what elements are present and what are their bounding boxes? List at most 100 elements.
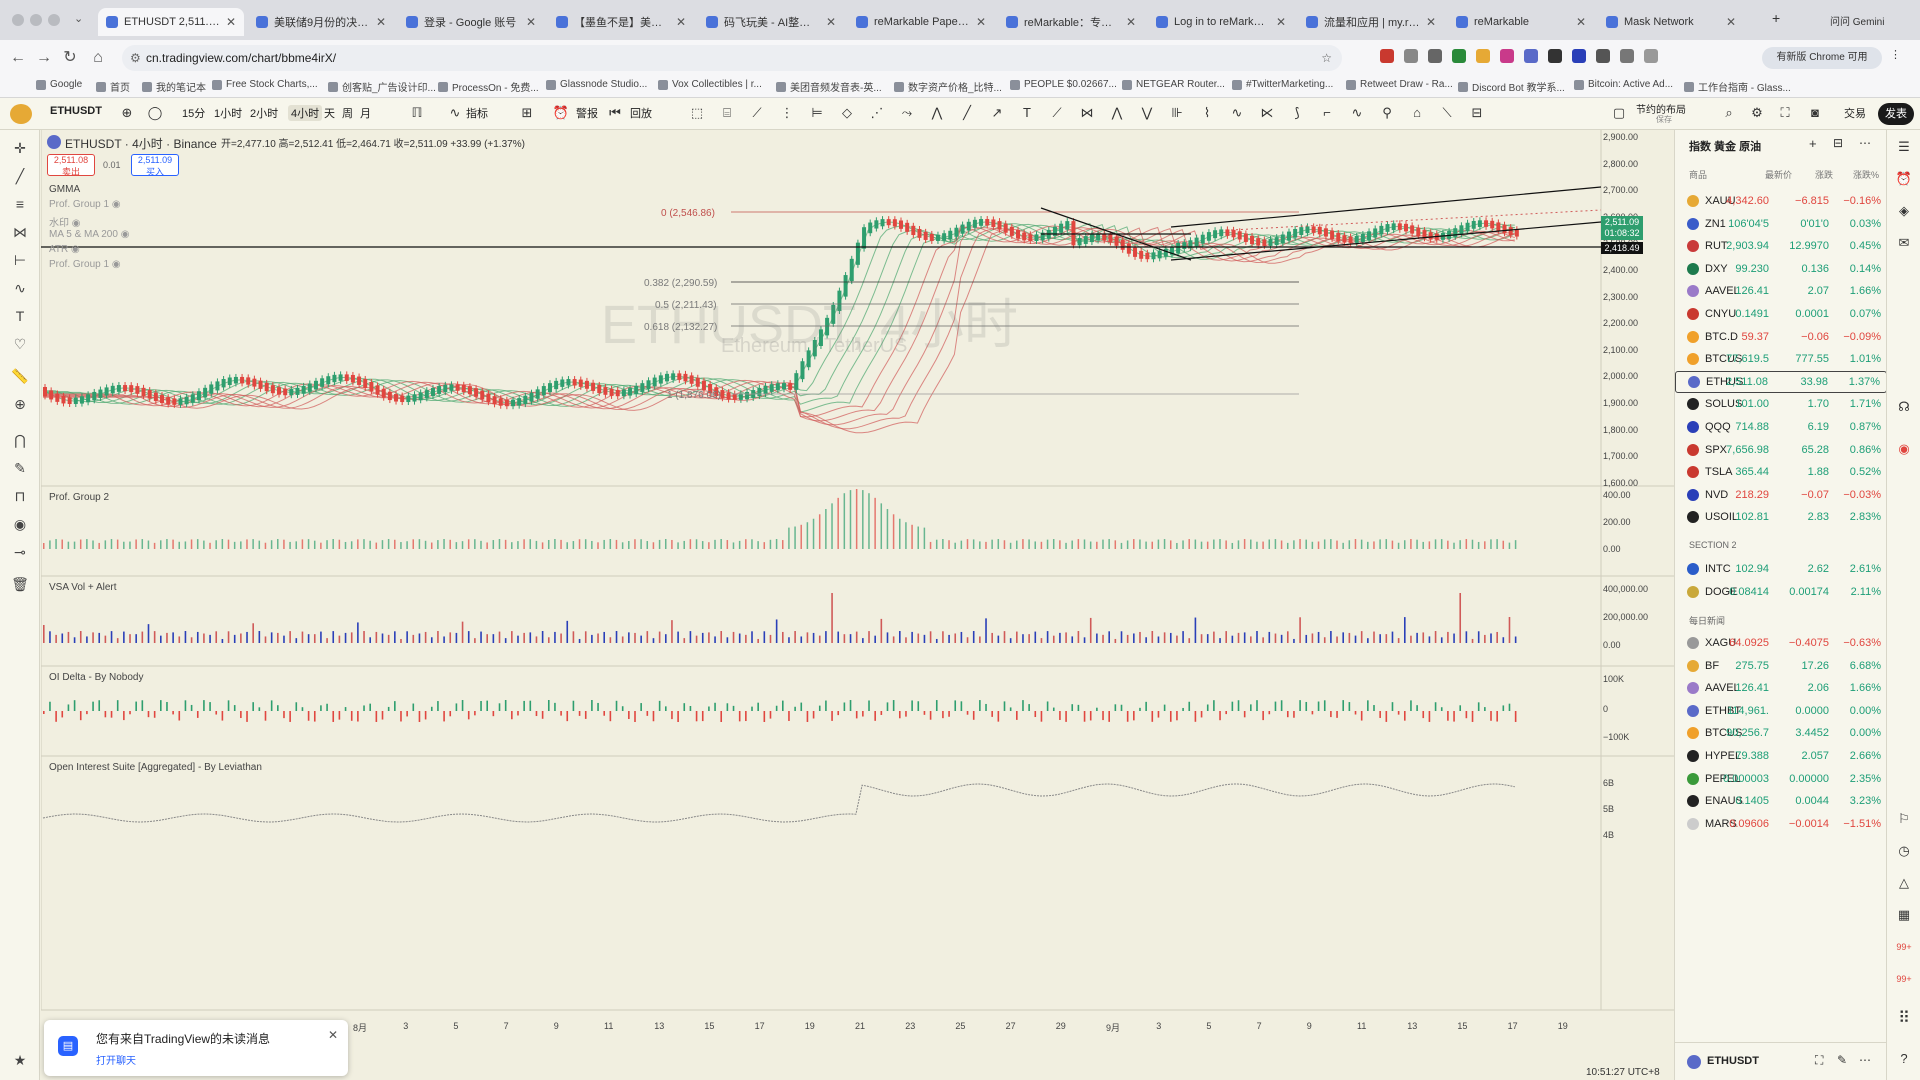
fib-time-tool-icon[interactable]: ⌇: [1198, 104, 1216, 122]
zoom-icon[interactable]: ⊕: [10, 394, 30, 414]
column-header[interactable]: 最新价: [1765, 168, 1792, 181]
measure-tool-icon[interactable]: ⌂: [1408, 104, 1426, 122]
pane-title[interactable]: Open Interest Suite [Aggregated] - By Le…: [49, 762, 262, 773]
wave-tool-icon[interactable]: ⋁: [1138, 104, 1156, 122]
buy-button[interactable]: 2,511.09 买入: [131, 154, 179, 177]
bookmark-item[interactable]: 工作台指南 - Glass...: [1684, 79, 1791, 94]
watchlist-row[interactable]: ENAUS 0.1405 0.0044 3.23%: [1675, 790, 1887, 812]
browser-tab[interactable]: ETHUSDT 2,511.08 ▲ · ✕: [98, 8, 244, 36]
browser-tab[interactable]: reMarkable ✕: [1448, 8, 1594, 36]
extension-icon[interactable]: [1548, 49, 1562, 63]
hotlists-icon[interactable]: △: [1895, 874, 1913, 892]
eye-icon[interactable]: ◉: [10, 514, 30, 534]
watchlist-row[interactable]: DOGE 0.08414 0.00174 2.11%: [1675, 581, 1887, 603]
clock[interactable]: 10:51:27 UTC+8: [1586, 1067, 1660, 1078]
watchlist-row[interactable]: TSLA 365.44 1.88 0.52%: [1675, 461, 1887, 483]
watchlist-icon[interactable]: ☰: [1895, 138, 1913, 156]
watchlist-row[interactable]: BTC.D 59.37 −0.06 −0.09%: [1675, 326, 1887, 348]
pattern-icon[interactable]: ⋈: [10, 222, 30, 242]
bookmark-item[interactable]: ProcessOn - 免费...: [438, 79, 539, 94]
interval-button[interactable]: 2小时: [250, 105, 278, 121]
prediction-icon[interactable]: ⊢: [10, 250, 30, 270]
section-header[interactable]: SECTION 2: [1689, 540, 1737, 550]
bookmark-item[interactable]: PEOPLE $0.02667...: [1010, 79, 1117, 90]
bookmark-item[interactable]: 我的笔记本: [142, 79, 206, 94]
rectangle-tool-icon[interactable]: ⬚: [688, 104, 706, 122]
bookmark-item[interactable]: #TwitterMarketing...: [1232, 79, 1333, 90]
section-header[interactable]: 每日新闻: [1689, 614, 1725, 627]
compare-icon[interactable]: ◯: [146, 104, 164, 122]
bookmark-item[interactable]: 创客贴_广告设计印...: [328, 79, 436, 94]
projection-tool-icon[interactable]: ⟍: [1438, 104, 1456, 122]
close-tab-icon[interactable]: ✕: [826, 15, 836, 29]
close-tab-icon[interactable]: ✕: [676, 15, 686, 29]
arrow-tool-icon[interactable]: ⤳: [898, 104, 916, 122]
watchlist-row[interactable]: MARS 0.09606 −0.0014 −1.51%: [1675, 813, 1887, 835]
pane-title[interactable]: Prof. Group 2: [49, 492, 109, 503]
watchlist-row[interactable]: BF 275.75 17.26 6.68%: [1675, 655, 1887, 677]
browser-tab[interactable]: Log in to reMarkable ✕: [1148, 8, 1294, 36]
indicator-legend-item[interactable]: Prof. Group 1 ◉: [49, 199, 121, 210]
alert-button[interactable]: 警报: [576, 105, 598, 121]
symbol-search-button[interactable]: ETHUSDT: [50, 105, 102, 117]
watchlist-row[interactable]: NVD 218.29 −0.07 −0.03%: [1675, 484, 1887, 506]
watchlist-layout-icon[interactable]: ⊟: [1833, 136, 1843, 150]
close-tab-icon[interactable]: ✕: [1426, 15, 1436, 29]
bookmark-item[interactable]: 美团音频发音表-英...: [776, 79, 882, 94]
reload-icon[interactable]: ↻: [60, 48, 80, 68]
watchlist-row[interactable]: BTCUS 77,619.5 777.55 1.01%: [1675, 348, 1887, 370]
line-tool-icon[interactable]: ╱: [958, 104, 976, 122]
edit-icon[interactable]: ✎: [1837, 1053, 1847, 1067]
new-tab-button[interactable]: +: [1772, 10, 1780, 26]
open-chat-link[interactable]: 打开聊天: [96, 1052, 136, 1067]
bookmark-item[interactable]: Retweet Draw - Ra...: [1346, 79, 1453, 90]
apps-grid-icon[interactable]: ⠿: [1895, 1010, 1913, 1028]
alert-icon[interactable]: ⏰: [552, 104, 570, 122]
indicator-legend-item[interactable]: ATR ◉: [49, 244, 80, 255]
chrome-update-button[interactable]: 有新版 Chrome 可用: [1762, 47, 1882, 69]
sell-button[interactable]: 2,511.08 卖出: [47, 154, 95, 177]
watchlist-row[interactable]: SPX 7,656.98 65.28 0.86%: [1675, 439, 1887, 461]
gann-tool-icon[interactable]: ⊪: [1168, 104, 1186, 122]
add-symbol-icon[interactable]: +: [1809, 136, 1817, 151]
trade-button[interactable]: 交易: [1844, 105, 1866, 121]
interval-button[interactable]: 周: [342, 105, 353, 121]
browser-tab[interactable]: reMarkable Paper Pure ✕: [848, 8, 994, 36]
column-header[interactable]: 涨跌: [1815, 168, 1833, 181]
forecast-tool-icon[interactable]: ⊟: [1468, 104, 1486, 122]
eye-icon[interactable]: ◉: [72, 218, 81, 229]
vertical-line-tool-icon[interactable]: ⋮: [778, 104, 796, 122]
callout-tool-icon[interactable]: ⌐: [1318, 104, 1336, 122]
extension-icon[interactable]: [1524, 49, 1538, 63]
magnet-icon[interactable]: ⋂: [10, 430, 30, 450]
tab-search-icon[interactable]: ⌄: [74, 12, 83, 25]
indicator-legend-item[interactable]: MA 5 & MA 200 ◉: [49, 229, 129, 240]
watchlist-row[interactable]: CNYU 0.1491 0.0001 0.07%: [1675, 303, 1887, 325]
close-tab-icon[interactable]: ✕: [1276, 15, 1286, 29]
watchlist-row[interactable]: ETHUS 2,511.08 33.98 1.37%: [1675, 370, 1887, 393]
forward-icon[interactable]: →: [34, 48, 54, 68]
curve-tool-icon[interactable]: ∿: [1228, 104, 1246, 122]
help-icon[interactable]: ?: [1895, 1050, 1913, 1068]
arrow-line-tool-icon[interactable]: ↗: [988, 104, 1006, 122]
settings-icon[interactable]: ⚙: [1748, 104, 1766, 122]
close-tab-icon[interactable]: ✕: [1576, 15, 1586, 29]
watchlist-row[interactable]: BTCUS 90,256.7 3.4452 0.00%: [1675, 722, 1887, 744]
watchlist-row[interactable]: QQQ 714.88 6.19 0.87%: [1675, 416, 1887, 438]
watchlist-row[interactable]: INTC 102.94 2.62 2.61%: [1675, 558, 1887, 580]
alerts-icon[interactable]: ⏰: [1895, 170, 1913, 188]
watchlist-row[interactable]: XAGU 64.0925 −0.4075 −0.63%: [1675, 632, 1887, 654]
cursor-icon[interactable]: ✛: [10, 138, 30, 158]
pane-title[interactable]: VSA Vol + Alert: [49, 582, 117, 593]
eye-icon[interactable]: ◉: [112, 259, 121, 270]
fib-icon[interactable]: ≡: [10, 194, 30, 214]
close-window-icon[interactable]: [12, 14, 24, 26]
chart-area[interactable]: ETHUSDT · 4小时 · Binance 开=2,477.10 高=2,5…: [41, 130, 1674, 1040]
bookmark-item[interactable]: Discord Bot 教学系...: [1458, 79, 1565, 94]
watchlist-row[interactable]: ZN1 106'04'5 0'01'0 0.03%: [1675, 213, 1887, 235]
watchlist-row[interactable]: XAUU 4,342.60 −6.815 −0.16%: [1675, 190, 1887, 212]
replay-icon[interactable]: ⏮: [606, 104, 624, 122]
indicator-legend-item[interactable]: 水印 ◉: [49, 214, 81, 229]
browser-tab[interactable]: reMarkable：专注工作 ✕: [998, 8, 1144, 36]
browser-tab[interactable]: 【墨鱼不是】美股开美股 ✕: [548, 8, 694, 36]
